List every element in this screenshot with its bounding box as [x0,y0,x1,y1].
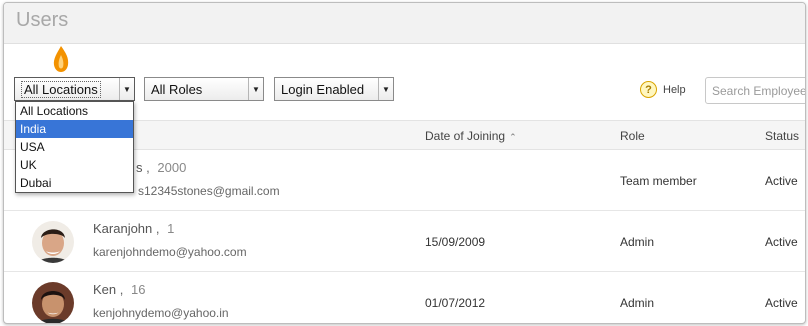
location-option-dubai[interactable]: Dubai [16,174,133,192]
user-id: 1 [167,221,175,236]
user-name-text: s [136,160,143,175]
user-email: kenjohnydemo@yahoo.in [93,306,229,320]
login-filter-value: Login Enabled [281,81,365,97]
user-status: Active [765,174,798,188]
table-row[interactable]: Karanjohn , 1 karenjohndemo@yahoo.com 15… [4,211,805,272]
table-row[interactable]: Ken , 16 kenjohnydemo@yahoo.in 01/07/201… [4,272,805,323]
user-role: Team member [620,174,697,188]
user-name: Karanjohn , 1 [93,221,174,236]
user-name-text: Karanjohn [93,221,153,236]
role-filter-value: All Roles [151,81,203,97]
location-option-india[interactable]: India [16,120,133,138]
name-separator: , [119,282,124,297]
location-dropdown-menu: All Locations India USA UK Dubai [15,101,134,193]
users-panel: Users All Locations ▼ All Roles ▼ Login … [3,2,806,324]
dropdown-arrow-icon[interactable]: ▼ [248,78,263,100]
page-title: Users [16,9,69,31]
dropdown-arrow-icon[interactable]: ▼ [378,78,393,100]
user-role: Admin [620,235,655,249]
user-status: Active [765,235,798,249]
question-mark-icon[interactable]: ? [640,81,657,98]
user-id: 16 [131,282,146,297]
column-header-date-label[interactable]: Date of Joining [425,129,505,143]
date-of-joining: 01/07/2012 [425,296,486,310]
sort-icon[interactable]: ⌃ [509,132,517,142]
search-input[interactable]: Search Employee [705,77,805,104]
user-email: karenjohndemo@yahoo.com [93,245,247,259]
location-filter-value: All Locations [21,80,101,98]
user-id: 2000 [157,160,187,175]
name-separator: , [146,160,150,175]
role-filter-select[interactable]: All Roles ▼ [144,77,264,101]
help-label[interactable]: Help [663,84,686,96]
location-option-all[interactable]: All Locations [16,102,133,120]
user-role: Admin [620,296,655,310]
name-separator: , [155,221,160,236]
user-name: Ken , 16 [93,282,145,297]
avatar [32,221,74,263]
dropdown-arrow-icon[interactable]: ▼ [119,78,134,100]
location-option-uk[interactable]: UK [16,156,133,174]
date-of-joining: 15/09/2009 [425,235,486,249]
login-filter-select[interactable]: Login Enabled ▼ [274,77,394,101]
page-header: Users [4,3,805,44]
flame-pointer-icon [53,46,69,72]
column-header-role: Role [620,129,645,143]
avatar [32,282,74,323]
location-option-usa[interactable]: USA [16,138,133,156]
user-status: Active [765,296,798,310]
location-filter-select[interactable]: All Locations ▼ [14,77,135,101]
help-link[interactable]: ? Help [640,81,686,98]
column-header-status: Status [765,129,800,143]
column-header-date[interactable]: Date of Joining ⌃ [425,129,517,143]
user-name-text: Ken [93,282,117,297]
user-email: s12345stones@gmail.com [138,184,280,198]
